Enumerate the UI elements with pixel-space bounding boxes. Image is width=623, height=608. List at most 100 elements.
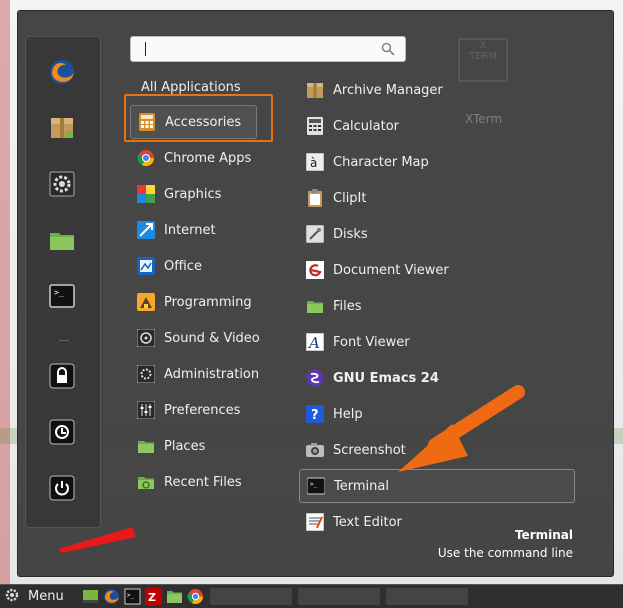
app-document-viewer[interactable]: Document Viewer bbox=[305, 254, 575, 286]
app-label: Document Viewer bbox=[333, 262, 449, 278]
favorites-separator bbox=[59, 340, 69, 341]
taskbar-window-button[interactable] bbox=[385, 588, 468, 605]
app-character-map[interactable]: à Character Map bbox=[305, 146, 575, 178]
gear-icon bbox=[4, 587, 20, 607]
category-recent-files[interactable]: Recent Files bbox=[136, 466, 282, 498]
favorites-panel: >_ bbox=[25, 36, 101, 528]
administration-icon bbox=[136, 364, 156, 384]
menu-button[interactable]: Menu bbox=[4, 587, 64, 607]
app-disks[interactable]: Disks bbox=[305, 218, 575, 250]
app-files[interactable]: Files bbox=[305, 290, 575, 322]
folder-icon[interactable] bbox=[166, 588, 183, 605]
recent-files-icon bbox=[136, 472, 156, 492]
svg-text:>_: >_ bbox=[127, 592, 135, 599]
category-preferences[interactable]: Preferences bbox=[136, 394, 282, 426]
app-label: Calculator bbox=[333, 118, 400, 134]
preferences-icon bbox=[136, 400, 156, 420]
folder-icon bbox=[305, 296, 325, 316]
category-places[interactable]: Places bbox=[136, 430, 282, 462]
app-archive-manager[interactable]: Archive Manager bbox=[305, 74, 575, 106]
terminal-icon: >_ bbox=[306, 476, 326, 496]
category-label: Recent Files bbox=[164, 474, 242, 490]
category-label: Sound & Video bbox=[164, 330, 260, 346]
category-label: Graphics bbox=[164, 186, 222, 202]
svg-text:>_: >_ bbox=[310, 481, 318, 488]
svg-text:?: ? bbox=[311, 408, 319, 423]
folder-icon bbox=[136, 436, 156, 456]
chrome-icon bbox=[136, 148, 156, 168]
app-description-title: Terminal bbox=[514, 528, 573, 542]
background-window-edge bbox=[0, 0, 10, 607]
terminal-icon[interactable]: >_ bbox=[124, 588, 141, 605]
app-font-viewer[interactable]: A Font Viewer bbox=[305, 326, 575, 358]
app-calculator[interactable]: Calculator bbox=[305, 110, 575, 142]
text-cursor bbox=[145, 42, 146, 56]
help-icon: ? bbox=[305, 404, 325, 424]
terminal-icon[interactable]: >_ bbox=[47, 281, 77, 311]
app-label: Text Editor bbox=[333, 514, 402, 530]
lock-icon[interactable] bbox=[47, 361, 77, 391]
svg-text:>_: >_ bbox=[54, 288, 64, 297]
logout-icon[interactable] bbox=[47, 417, 77, 447]
all-applications-category[interactable]: All Applications bbox=[141, 80, 241, 95]
category-label: Places bbox=[164, 438, 206, 454]
package-icon[interactable] bbox=[47, 113, 77, 143]
category-label: Preferences bbox=[164, 402, 241, 418]
internet-icon bbox=[136, 220, 156, 240]
font-viewer-icon: A bbox=[305, 332, 325, 352]
category-office[interactable]: Office bbox=[136, 250, 282, 282]
archive-icon bbox=[305, 80, 325, 100]
category-programming[interactable]: Programming bbox=[136, 286, 282, 318]
app-description-text: Use the command line bbox=[437, 546, 573, 560]
annotation-highlight-accessories bbox=[124, 94, 273, 142]
graphics-icon bbox=[136, 184, 156, 204]
category-label: Administration bbox=[164, 366, 260, 382]
category-label: Office bbox=[164, 258, 202, 274]
firefox-icon[interactable] bbox=[103, 588, 120, 605]
category-label: Programming bbox=[164, 294, 252, 310]
taskbar-window-button[interactable] bbox=[209, 588, 292, 605]
disks-icon bbox=[305, 224, 325, 244]
filezilla-icon[interactable]: Z bbox=[144, 588, 162, 605]
taskbar-window-button[interactable] bbox=[297, 588, 380, 605]
programming-icon bbox=[136, 292, 156, 312]
text-editor-icon bbox=[305, 512, 325, 532]
app-label: Files bbox=[333, 298, 362, 314]
app-clipit[interactable]: ClipIt bbox=[305, 182, 575, 214]
sound-video-icon bbox=[136, 328, 156, 348]
app-label: Help bbox=[333, 406, 363, 422]
category-internet[interactable]: Internet bbox=[136, 214, 282, 246]
search-icon bbox=[381, 41, 395, 60]
annotation-arrow-menu bbox=[58, 527, 136, 553]
category-label: Internet bbox=[164, 222, 216, 238]
clipboard-icon bbox=[305, 188, 325, 208]
svg-text:Z: Z bbox=[148, 591, 156, 604]
calculator-icon bbox=[305, 116, 325, 136]
svg-text:A: A bbox=[307, 334, 320, 351]
category-graphics[interactable]: Graphics bbox=[136, 178, 282, 210]
menu-label: Menu bbox=[28, 589, 64, 604]
camera-icon bbox=[305, 440, 325, 460]
power-icon[interactable] bbox=[47, 473, 77, 503]
show-desktop-icon[interactable] bbox=[82, 588, 99, 605]
category-sound-video[interactable]: Sound & Video bbox=[136, 322, 282, 354]
app-label: Character Map bbox=[333, 154, 429, 170]
folder-icon[interactable] bbox=[47, 225, 77, 255]
app-label: Disks bbox=[333, 226, 368, 242]
emacs-icon bbox=[305, 368, 325, 388]
settings-icon[interactable] bbox=[47, 169, 77, 199]
app-label: Terminal bbox=[334, 478, 389, 494]
chrome-icon[interactable] bbox=[187, 588, 204, 605]
category-administration[interactable]: Administration bbox=[136, 358, 282, 390]
category-chrome-apps[interactable]: Chrome Apps bbox=[136, 142, 282, 174]
taskbar: Menu >_ Z bbox=[0, 584, 623, 608]
search-input[interactable] bbox=[130, 36, 406, 62]
app-label: Font Viewer bbox=[333, 334, 410, 350]
office-icon bbox=[136, 256, 156, 276]
app-label: Archive Manager bbox=[333, 82, 443, 98]
character-map-icon: à bbox=[305, 152, 325, 172]
firefox-icon[interactable] bbox=[47, 57, 77, 87]
document-viewer-icon bbox=[305, 260, 325, 280]
app-label: ClipIt bbox=[333, 190, 367, 206]
category-label: Chrome Apps bbox=[164, 150, 252, 166]
